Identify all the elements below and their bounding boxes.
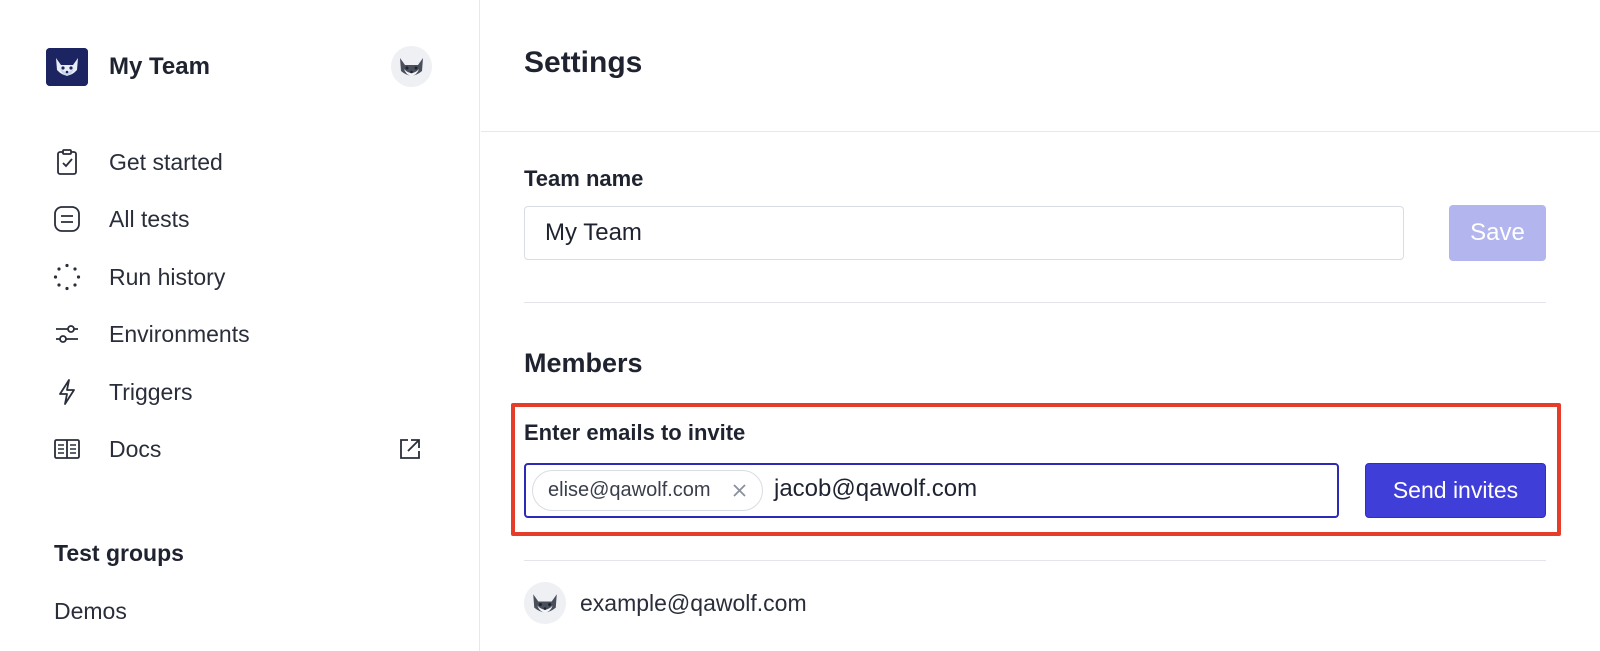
sidebar-item-label: Environments — [109, 320, 250, 347]
invite-input-text[interactable]: jacob@qawolf.com — [774, 475, 977, 503]
team-name: My Team — [109, 53, 210, 80]
sliders-icon — [52, 319, 82, 349]
team-name-label: Team name — [524, 166, 644, 191]
team-name-input[interactable] — [524, 206, 1404, 260]
sidebar-item-label: All tests — [109, 205, 190, 232]
wolf-logo-icon — [46, 48, 88, 86]
husky-avatar-icon[interactable] — [391, 46, 432, 87]
invite-emails-input[interactable]: elise@qawolf.com jacob@qawolf.com — [524, 463, 1339, 518]
send-invites-button[interactable]: Send invites — [1365, 463, 1546, 518]
sidebar: My Team Get started All tests Run histor… — [0, 0, 480, 651]
member-email: example@qawolf.com — [580, 590, 807, 616]
sidebar-item-docs[interactable]: Docs — [52, 427, 432, 471]
members-heading: Members — [524, 348, 643, 378]
sidebar-group-demos[interactable]: Demos — [54, 598, 127, 625]
sidebar-item-get-started[interactable]: Get started — [52, 140, 432, 184]
sidebar-item-label: Run history — [109, 263, 226, 290]
email-chip-label: elise@qawolf.com — [548, 479, 711, 501]
book-icon — [52, 434, 82, 464]
team-header[interactable]: My Team — [46, 46, 432, 87]
sidebar-item-label: Docs — [109, 435, 162, 462]
email-chip: elise@qawolf.com — [532, 470, 763, 511]
section-divider — [524, 302, 1546, 303]
main-content: Settings Team name Save Members Enter em… — [481, 0, 1600, 651]
husky-avatar-icon — [524, 582, 566, 624]
invite-label: Enter emails to invite — [524, 420, 746, 445]
list-icon — [52, 204, 82, 234]
external-link-icon[interactable] — [396, 435, 424, 463]
sidebar-item-environments[interactable]: Environments — [52, 312, 432, 356]
lightning-icon — [52, 377, 82, 407]
clipboard-check-icon — [52, 147, 82, 177]
test-groups-heading: Test groups — [54, 540, 184, 566]
header-divider — [481, 131, 1600, 132]
app: My Team Get started All tests Run histor… — [0, 0, 1600, 651]
member-row: example@qawolf.com — [524, 582, 1546, 626]
sidebar-item-run-history[interactable]: Run history — [52, 255, 432, 299]
sidebar-item-triggers[interactable]: Triggers — [52, 370, 432, 414]
sidebar-item-label: Get started — [109, 148, 223, 175]
dotted-circle-icon — [52, 262, 82, 292]
page-title: Settings — [524, 46, 643, 79]
save-button[interactable]: Save — [1449, 205, 1546, 261]
sidebar-item-all-tests[interactable]: All tests — [52, 197, 432, 241]
close-icon[interactable] — [731, 482, 748, 499]
section-divider — [524, 560, 1546, 561]
sidebar-item-label: Triggers — [109, 378, 193, 405]
